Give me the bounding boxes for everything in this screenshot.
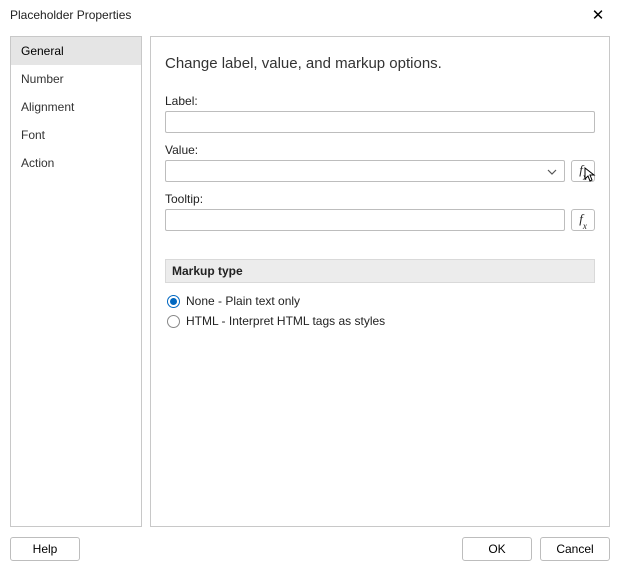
markup-option-label: None - Plain text only	[186, 294, 300, 308]
page-heading: Change label, value, and markup options.	[165, 55, 595, 72]
sidebar-item-font[interactable]: Font	[11, 121, 141, 149]
dialog-body: General Number Alignment Font Action Cha…	[0, 28, 620, 531]
fx-icon: fx	[579, 162, 587, 180]
cancel-button[interactable]: Cancel	[540, 537, 610, 561]
radio-icon	[167, 315, 180, 328]
radio-icon	[167, 295, 180, 308]
label-block: Label:	[165, 94, 595, 133]
tooltip-expression-button[interactable]: fx	[571, 209, 595, 231]
sidebar-item-action[interactable]: Action	[11, 149, 141, 177]
footer: Help OK Cancel	[0, 531, 620, 571]
sidebar-item-number[interactable]: Number	[11, 65, 141, 93]
ok-button[interactable]: OK	[462, 537, 532, 561]
main-panel: Change label, value, and markup options.…	[150, 36, 610, 527]
window-title: Placeholder Properties	[10, 8, 131, 22]
fx-icon: fx	[579, 211, 587, 229]
markup-option-none[interactable]: None - Plain text only	[165, 291, 595, 311]
markup-option-label: HTML - Interpret HTML tags as styles	[186, 314, 385, 328]
label-field-label: Label:	[165, 94, 595, 108]
titlebar: Placeholder Properties ✕	[0, 0, 620, 28]
sidebar: General Number Alignment Font Action	[10, 36, 142, 527]
chevron-down-icon	[544, 164, 560, 178]
value-row: fx	[165, 160, 595, 182]
label-input[interactable]	[165, 111, 595, 133]
markup-option-html[interactable]: HTML - Interpret HTML tags as styles	[165, 311, 595, 331]
sidebar-item-alignment[interactable]: Alignment	[11, 93, 141, 121]
value-field-label: Value:	[165, 143, 595, 157]
markup-section-header: Markup type	[165, 259, 595, 283]
tooltip-row: fx	[165, 209, 595, 231]
tooltip-field-label: Tooltip:	[165, 192, 595, 206]
value-combobox[interactable]	[165, 160, 565, 182]
tooltip-input[interactable]	[165, 209, 565, 231]
help-button[interactable]: Help	[10, 537, 80, 561]
sidebar-item-general[interactable]: General	[11, 37, 141, 65]
footer-right: OK Cancel	[462, 537, 610, 561]
value-expression-button[interactable]: fx	[571, 160, 595, 182]
close-icon[interactable]: ✕	[586, 6, 610, 24]
